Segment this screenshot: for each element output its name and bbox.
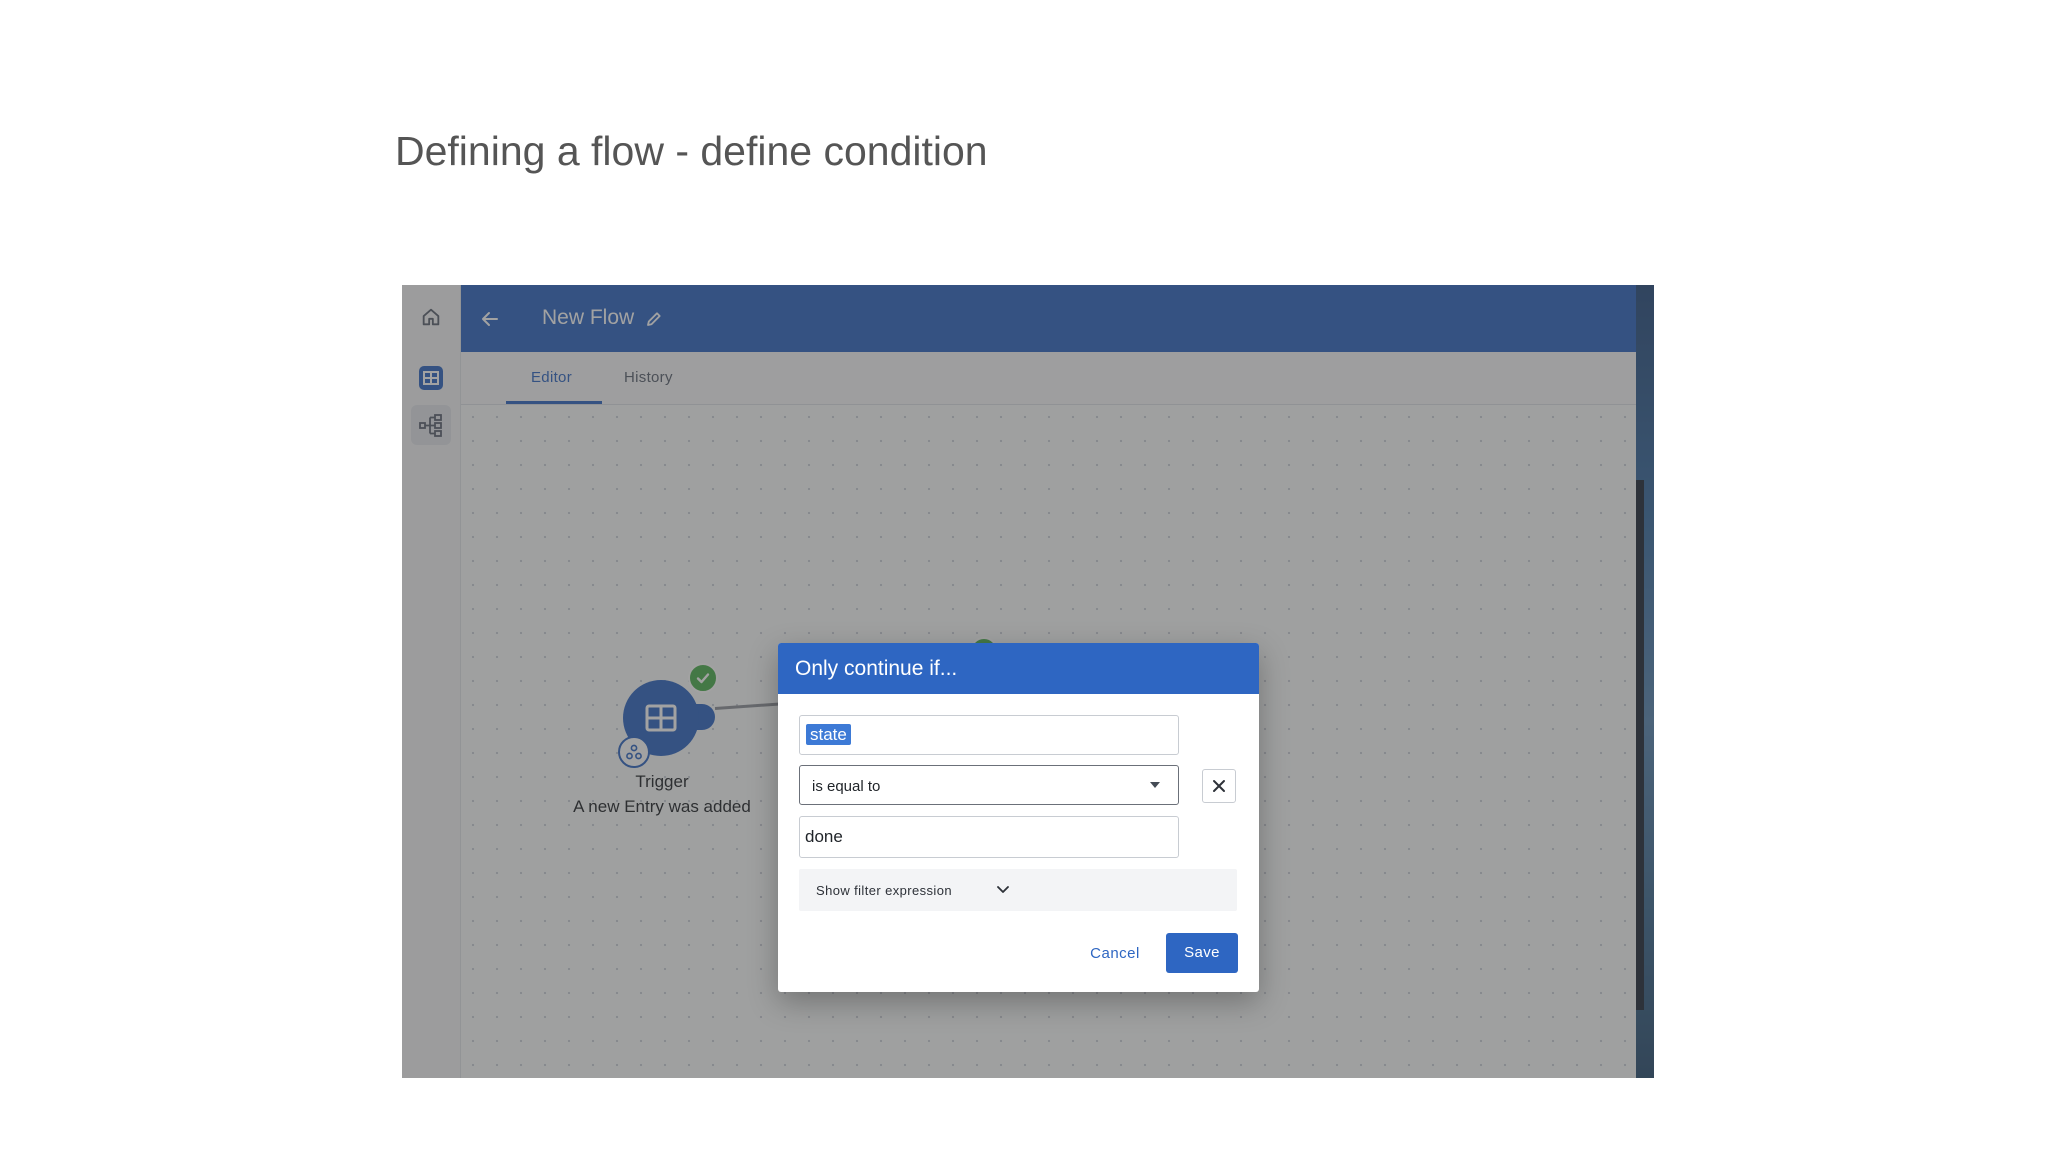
close-icon	[1213, 780, 1225, 792]
compare-value: done	[805, 827, 843, 846]
save-button[interactable]: Save	[1166, 933, 1238, 973]
cancel-button[interactable]: Cancel	[1080, 935, 1150, 973]
compare-value-input[interactable]: done	[799, 816, 1179, 858]
caret-down-icon	[1150, 782, 1160, 788]
operator-select[interactable]: is equal to	[799, 765, 1179, 805]
chevron-down-icon	[994, 881, 1012, 899]
remove-condition-button[interactable]	[1202, 769, 1236, 803]
operator-value: is equal to	[812, 778, 881, 795]
condition-dialog: Only continue if... state is equal to do…	[778, 643, 1259, 992]
field-value: state	[806, 724, 851, 745]
field-input[interactable]: state	[799, 715, 1179, 755]
expression-toggle-label: Show filter expression	[816, 883, 952, 898]
dialog-title: Only continue if...	[778, 643, 1259, 694]
show-filter-expression-toggle[interactable]: Show filter expression	[799, 869, 1237, 911]
slide-title: Defining a flow - define condition	[395, 128, 988, 174]
